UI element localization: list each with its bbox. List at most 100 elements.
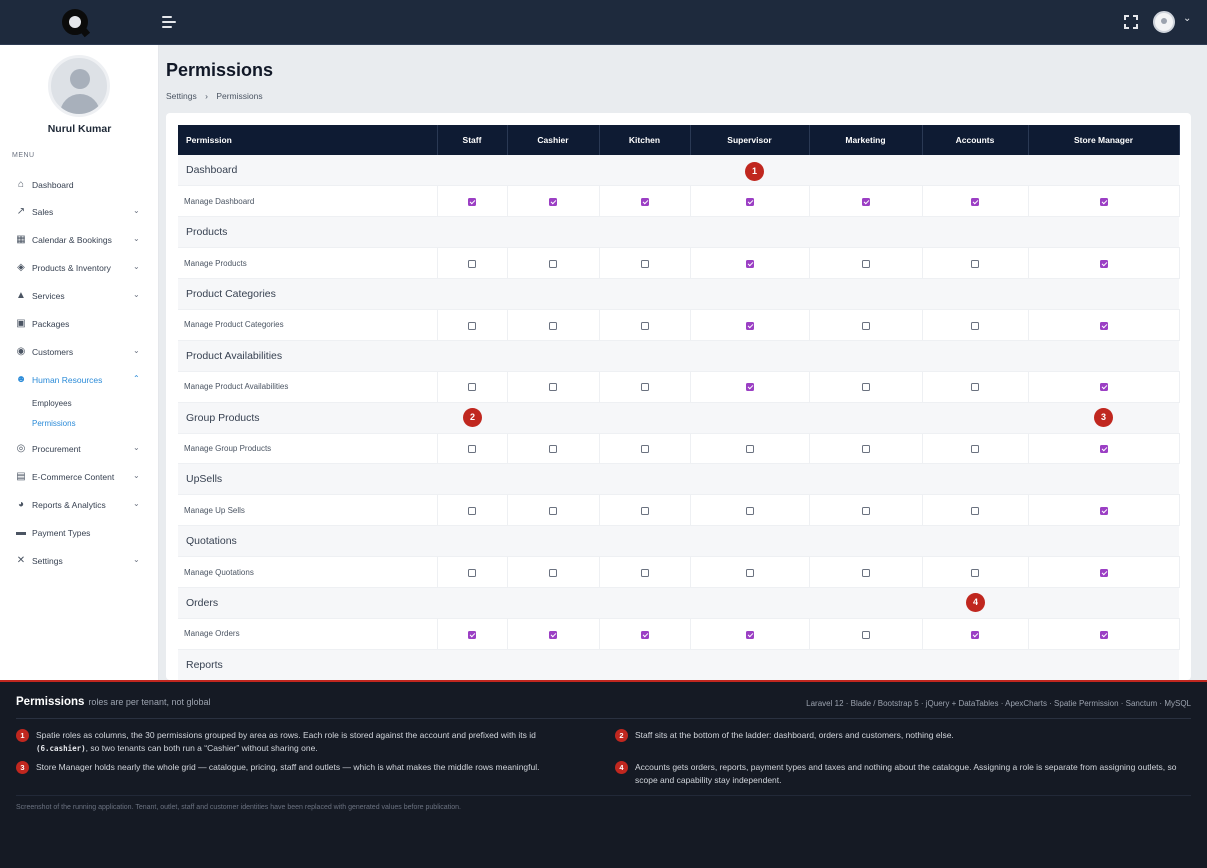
sidebar-item-human-resources[interactable]: ☻ Human Resources ⌃ [0,370,159,390]
checked-checkbox[interactable] [1099,445,1108,454]
column-header-supervisor[interactable]: Supervisor [690,125,810,155]
sidebar-subitem-permissions[interactable]: Permissions [32,419,76,428]
sidebar-subitem-employees[interactable]: Employees [32,399,72,408]
checked-checkbox[interactable] [971,630,979,639]
unchecked-checkbox[interactable] [971,506,979,515]
unchecked-checkbox[interactable] [549,321,557,330]
sidebar-item-reports-analytics[interactable]: ◕ Reports & Analytics ⌄ [0,495,159,515]
group-name: Product Availabilities [178,340,1179,372]
fullscreen-icon[interactable] [1124,15,1138,29]
unchecked-checkbox[interactable] [861,568,870,577]
unchecked-checkbox[interactable] [745,445,754,454]
unchecked-checkbox[interactable] [971,568,979,577]
chevron-down-icon[interactable]: ⌄ [133,206,140,215]
unchecked-checkbox[interactable] [971,383,979,392]
checked-checkbox[interactable] [640,630,649,639]
chevron-up-icon[interactable]: ⌃ [133,374,140,383]
unchecked-checkbox[interactable] [549,383,557,392]
checked-checkbox[interactable] [1099,259,1108,268]
unchecked-checkbox[interactable] [971,321,979,330]
checked-checkbox[interactable] [745,198,754,207]
chevron-down-icon[interactable]: ⌄ [133,290,140,299]
unchecked-checkbox[interactable] [640,445,649,454]
account-avatar[interactable] [1153,11,1175,33]
sidebar-item-customers[interactable]: ◉ Customers ⌄ [0,342,159,362]
sidebar-item-products-inventory[interactable]: ◈ Products & Inventory ⌄ [0,258,159,278]
chevron-down-icon[interactable]: ⌄ [133,262,140,271]
unchecked-checkbox[interactable] [468,259,476,268]
checked-checkbox[interactable] [1099,383,1108,392]
sidebar-item-sales[interactable]: ↗ Sales ⌄ [0,202,159,222]
column-header-kitchen[interactable]: Kitchen [599,125,691,155]
unchecked-checkbox[interactable] [640,321,649,330]
unchecked-checkbox[interactable] [468,506,476,515]
unchecked-checkbox[interactable] [468,321,476,330]
column-header-permission[interactable]: Permission [178,125,438,155]
column-header-store-manager[interactable]: Store Manager [1028,125,1180,155]
unchecked-checkbox[interactable] [549,568,557,577]
group-name: Reports [178,649,1179,680]
unchecked-checkbox[interactable] [861,630,870,639]
unchecked-checkbox[interactable] [468,568,476,577]
checked-checkbox[interactable] [745,321,754,330]
column-header-accounts[interactable]: Accounts [922,125,1029,155]
checked-checkbox[interactable] [971,198,979,207]
unchecked-checkbox[interactable] [745,568,754,577]
sidebar-item-e-commerce-content[interactable]: ▤ E-Commerce Content ⌄ [0,467,159,487]
checked-checkbox[interactable] [1099,198,1108,207]
unchecked-checkbox[interactable] [640,259,649,268]
checked-checkbox[interactable] [1099,321,1108,330]
checked-checkbox[interactable] [1099,630,1108,639]
unchecked-checkbox[interactable] [549,445,557,454]
permission-cell [690,433,810,465]
chevron-down-icon[interactable]: ⌄ [133,471,140,480]
checked-checkbox[interactable] [468,630,476,639]
sidebar-item-dashboard[interactable]: ⌂ Dashboard [0,175,159,195]
unchecked-checkbox[interactable] [861,445,870,454]
column-header-staff[interactable]: Staff [437,125,508,155]
chevron-down-icon[interactable]: ⌄ [133,555,140,564]
unchecked-checkbox[interactable] [971,445,979,454]
sidebar-item-payment-types[interactable]: ▬ Payment Types [0,523,159,543]
menu-toggle-icon[interactable] [162,16,176,28]
chevron-down-icon[interactable]: ⌄ [133,499,140,508]
checked-checkbox[interactable] [1099,506,1108,515]
sidebar-item-services[interactable]: ▲ Services ⌄ [0,286,159,306]
checked-checkbox[interactable] [549,630,557,639]
unchecked-checkbox[interactable] [640,506,649,515]
app-logo[interactable] [62,9,88,35]
column-header-marketing[interactable]: Marketing [809,125,923,155]
checked-checkbox[interactable] [1099,568,1108,577]
chevron-down-icon[interactable]: ⌄ [1183,13,1191,24]
sidebar-item-settings[interactable]: ✕ Settings ⌄ [0,551,159,571]
unchecked-checkbox[interactable] [468,383,476,392]
unchecked-checkbox[interactable] [861,259,870,268]
breadcrumb-settings[interactable]: Settings [166,91,197,101]
checked-checkbox[interactable] [640,198,649,207]
checked-checkbox[interactable] [745,259,754,268]
unchecked-checkbox[interactable] [745,506,754,515]
checked-checkbox[interactable] [861,198,870,207]
unchecked-checkbox[interactable] [549,506,557,515]
sidebar-item-calendar-bookings[interactable]: ▦ Calendar & Bookings ⌄ [0,230,159,250]
checked-checkbox[interactable] [745,383,754,392]
sidebar-item-procurement[interactable]: ◎ Procurement ⌄ [0,439,159,459]
unchecked-checkbox[interactable] [861,321,870,330]
checked-checkbox[interactable] [468,198,476,207]
unchecked-checkbox[interactable] [549,259,557,268]
unchecked-checkbox[interactable] [861,383,870,392]
unchecked-checkbox[interactable] [640,383,649,392]
unchecked-checkbox[interactable] [640,568,649,577]
unchecked-checkbox[interactable] [468,445,476,454]
unchecked-checkbox[interactable] [971,259,979,268]
chevron-down-icon[interactable]: ⌄ [133,443,140,452]
checked-checkbox[interactable] [549,198,557,207]
chevron-down-icon[interactable]: ⌄ [133,234,140,243]
unchecked-checkbox[interactable] [861,506,870,515]
checked-checkbox[interactable] [745,630,754,639]
permission-cell [507,309,600,341]
permission-cell [599,433,691,465]
chevron-down-icon[interactable]: ⌄ [133,346,140,355]
sidebar-item-packages[interactable]: ▣ Packages [0,314,159,334]
column-header-cashier[interactable]: Cashier [507,125,600,155]
